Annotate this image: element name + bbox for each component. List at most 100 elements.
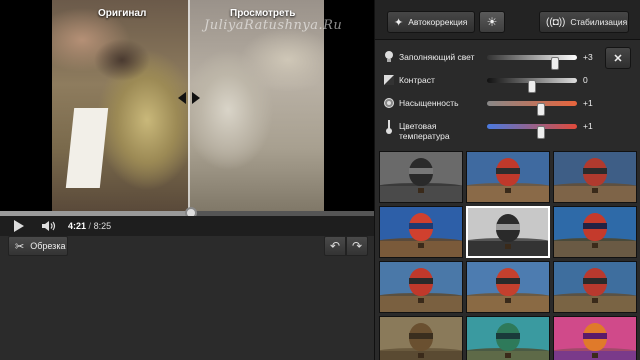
filter-thumbnail[interactable]	[379, 316, 463, 360]
balloon-stripe	[496, 168, 520, 174]
balloon-icon	[583, 323, 607, 351]
saturation-track[interactable]	[487, 101, 577, 116]
balloon-icon	[409, 158, 433, 186]
filter-thumbnail[interactable]	[466, 151, 550, 203]
video-pane: Оригинал Просмотреть 4:21 / 8:25 ✂ Обрез…	[0, 0, 374, 360]
filter-thumbnail[interactable]	[379, 206, 463, 258]
temperature-label: Цветовая температура	[399, 121, 450, 141]
thermometer-icon	[383, 119, 395, 134]
filter-thumbnail[interactable]	[379, 151, 463, 203]
fill-light-knob[interactable]	[551, 57, 560, 70]
watermark: JuliyaRatushnya.Ru	[204, 18, 343, 33]
contrast-knob[interactable]	[528, 80, 536, 93]
balloon-stripe	[409, 168, 433, 174]
time-current: 4:21	[68, 221, 87, 231]
player-controls: 4:21 / 8:25	[0, 216, 374, 236]
balloon-stripe	[496, 333, 520, 339]
temperature-knob[interactable]	[537, 126, 545, 139]
scissors-icon: ✂	[15, 240, 25, 253]
contrast-icon	[383, 73, 395, 87]
balloon-basket	[592, 188, 598, 193]
redo-icon: ↷	[351, 239, 363, 253]
filter-thumbnail[interactable]	[466, 206, 550, 258]
play-button[interactable]	[14, 220, 24, 232]
temperature-track[interactable]	[487, 124, 577, 139]
enhancements-panel: ✦ Автокоррекция ☀ ((◘)) Стабилизация ✕ З…	[374, 0, 640, 360]
undo-icon: ↶	[329, 239, 341, 253]
filter-thumbnail[interactable]	[466, 261, 550, 313]
trim-label: Обрезка	[30, 241, 66, 251]
balloon-icon	[409, 268, 433, 296]
filter-thumbnail[interactable]	[553, 151, 637, 203]
balloon-stripe	[496, 224, 520, 230]
balloon-basket	[505, 298, 511, 303]
balloon-basket	[592, 298, 598, 303]
balloon-stripe	[409, 333, 433, 339]
contrast-value: 0	[583, 75, 588, 85]
sun-icon: ☀	[486, 15, 498, 29]
balloon-icon	[409, 323, 433, 351]
balloon-icon	[583, 213, 607, 241]
balloon-basket	[505, 188, 511, 193]
filter-grid	[379, 151, 637, 360]
balloon-icon	[496, 158, 520, 186]
autocorrect-button[interactable]: ✦ Автокоррекция	[387, 11, 475, 33]
volume-icon[interactable]	[42, 220, 58, 232]
fill-light-track[interactable]	[487, 55, 577, 70]
magic-wand-icon: ✦	[394, 16, 404, 29]
filter-thumbnail[interactable]	[466, 316, 550, 360]
balloon-stripe	[583, 278, 607, 284]
balloon-basket	[505, 244, 511, 249]
balloon-basket	[418, 298, 424, 303]
balloon-stripe	[496, 278, 520, 284]
balloon-basket	[592, 243, 598, 248]
filter-thumbnail[interactable]	[553, 206, 637, 258]
stabilize-icon: ((◘))	[546, 16, 566, 28]
close-button[interactable]: ✕	[605, 47, 631, 69]
close-icon: ✕	[613, 52, 623, 65]
balloon-stripe	[409, 223, 433, 229]
balloon-stripe	[409, 278, 433, 284]
temperature-value: +1	[583, 121, 593, 131]
balloon-stripe	[583, 333, 607, 339]
balloon-basket	[592, 353, 598, 358]
slider-row-contrast: Контраст 0	[375, 72, 605, 93]
original-label: Оригинал	[98, 8, 147, 19]
split-right-arrow-icon[interactable]	[192, 92, 200, 104]
balloon-basket	[505, 353, 511, 358]
slider-row-fill-light: Заполняющий свет +3	[375, 49, 605, 70]
video-editor: Оригинал Просмотреть 4:21 / 8:25 ✂ Обрез…	[0, 0, 640, 360]
enhance-toolbar: ✦ Автокоррекция ☀ ((◘)) Стабилизация	[375, 0, 640, 40]
redo-button[interactable]: ↷	[346, 236, 368, 256]
split-divider[interactable]	[188, 0, 190, 211]
balloon-basket	[418, 243, 424, 248]
filter-thumbnail[interactable]	[553, 261, 637, 313]
time-display: 4:21 / 8:25	[68, 221, 111, 231]
balloon-icon	[583, 158, 607, 186]
undo-redo-group: ↶ ↷	[324, 236, 368, 256]
stabilize-label: Стабилизация	[570, 17, 628, 27]
balloon-basket	[418, 188, 424, 193]
balloon-basket	[418, 353, 424, 358]
split-left-arrow-icon[interactable]	[178, 92, 186, 104]
autocorrect-label: Автокоррекция	[408, 17, 468, 27]
saturation-icon	[383, 96, 395, 110]
saturation-label: Насыщенность	[399, 98, 459, 108]
slider-row-temperature: Цветовая температура +1	[375, 118, 605, 144]
saturation-knob[interactable]	[537, 103, 545, 116]
balloon-icon	[583, 268, 607, 296]
fill-light-label: Заполняющий свет	[399, 52, 475, 62]
saturation-value: +1	[583, 98, 593, 108]
contrast-track[interactable]	[487, 78, 577, 93]
balloon-stripe	[583, 223, 607, 229]
time-separator: /	[88, 221, 92, 231]
time-total: 8:25	[93, 221, 112, 231]
filter-thumbnail[interactable]	[379, 261, 463, 313]
brightness-button[interactable]: ☀	[479, 11, 505, 33]
fill-light-value: +3	[583, 52, 593, 62]
undo-button[interactable]: ↶	[324, 236, 346, 256]
filter-thumbnail[interactable]	[553, 316, 637, 360]
adjustment-sliders: ✕ Заполняющий свет +3 Контраст 0 Насыщен…	[375, 41, 640, 149]
stabilize-button[interactable]: ((◘)) Стабилизация	[539, 11, 629, 33]
trim-button[interactable]: ✂ Обрезка	[8, 236, 68, 256]
